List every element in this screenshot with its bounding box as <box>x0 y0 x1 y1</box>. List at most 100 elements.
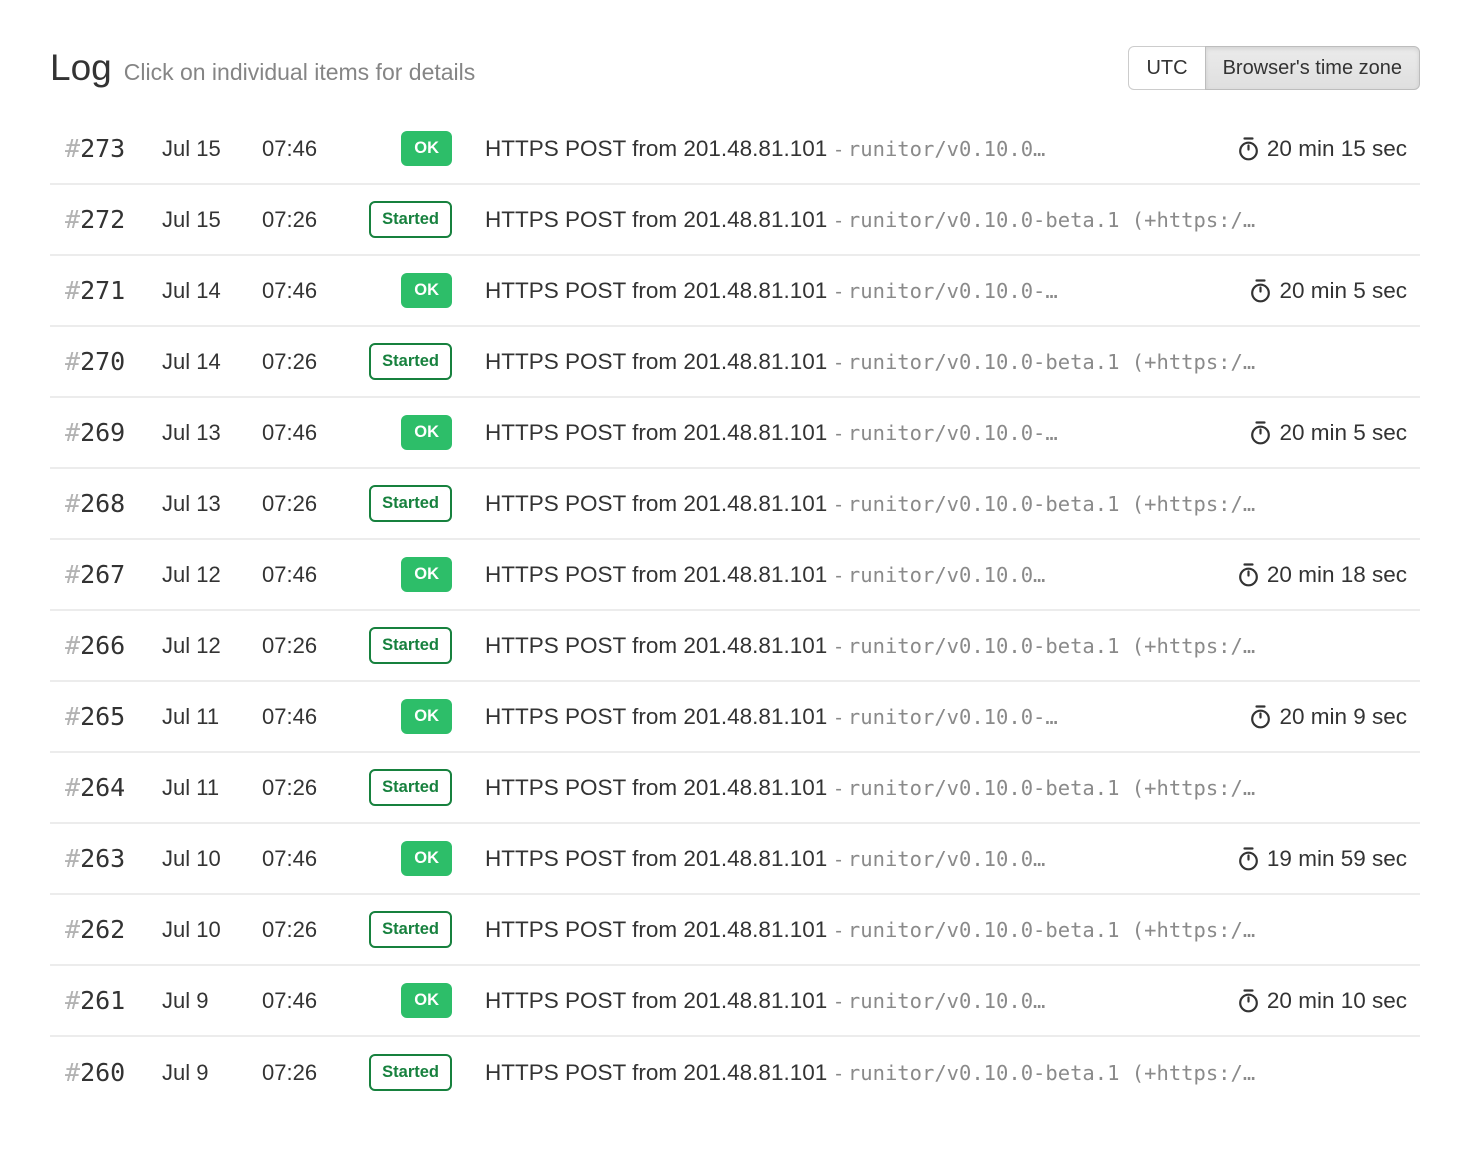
log-row[interactable]: #267 Jul 12 07:46 OK HTTPS POST from 201… <box>50 540 1420 611</box>
entry-description: HTTPS POST from 201.48.81.101-runitor/v0… <box>452 1060 1420 1086</box>
entry-date: Jul 11 <box>147 704 247 730</box>
entry-id-number: 270 <box>80 347 125 376</box>
title-block: Log Click on individual items for detail… <box>50 47 475 89</box>
agent-string: runitor/v0.10.0-… <box>848 421 1058 445</box>
duration: 19 min 59 sec <box>1220 846 1420 872</box>
entry-id-hash: # <box>65 205 80 234</box>
entry-date: Jul 14 <box>147 349 247 375</box>
log-row[interactable]: #270 Jul 14 07:26 Started HTTPS POST fro… <box>50 327 1420 398</box>
entry-message: HTTPS POST from 201.48.81.101 <box>485 846 827 871</box>
log-row[interactable]: #263 Jul 10 07:46 OK HTTPS POST from 201… <box>50 824 1420 895</box>
stopwatch-icon <box>1250 279 1271 303</box>
log-row[interactable]: #266 Jul 12 07:26 Started HTTPS POST fro… <box>50 611 1420 682</box>
duration-text: 19 min 59 sec <box>1267 846 1407 872</box>
entry-time: 07:26 <box>247 633 347 659</box>
entry-message: HTTPS POST from 201.48.81.101 <box>485 207 827 232</box>
status-badge: OK <box>401 273 452 308</box>
entry-time: 07:26 <box>247 775 347 801</box>
entry-message: HTTPS POST from 201.48.81.101 <box>485 917 827 942</box>
entry-time: 07:26 <box>247 349 347 375</box>
entry-id-number: 268 <box>80 489 125 518</box>
entry-id-number: 262 <box>80 915 125 944</box>
status-badge-cell: Started <box>347 911 452 948</box>
entry-description: HTTPS POST from 201.48.81.101-runitor/v0… <box>452 775 1420 801</box>
entry-date: Jul 9 <box>147 1060 247 1086</box>
entry-id: #272 <box>50 205 147 234</box>
status-badge-cell: OK <box>347 415 452 450</box>
status-badge: Started <box>369 201 452 238</box>
entry-id: #273 <box>50 134 147 163</box>
entry-id-number: 265 <box>80 702 125 731</box>
entry-id: #260 <box>50 1058 147 1087</box>
status-badge: Started <box>369 485 452 522</box>
agent-string: runitor/v0.10.0-… <box>848 705 1058 729</box>
entry-id-number: 267 <box>80 560 125 589</box>
status-badge: OK <box>401 983 452 1018</box>
duration-text: 20 min 5 sec <box>1279 278 1407 304</box>
entry-description: HTTPS POST from 201.48.81.101-runitor/v0… <box>452 420 1232 446</box>
duration-text: 20 min 5 sec <box>1279 420 1407 446</box>
description-dash: - <box>835 352 842 374</box>
stopwatch-icon <box>1238 563 1259 587</box>
entry-message: HTTPS POST from 201.48.81.101 <box>485 633 827 658</box>
log-row[interactable]: #272 Jul 15 07:26 Started HTTPS POST fro… <box>50 185 1420 256</box>
log-row[interactable]: #265 Jul 11 07:46 OK HTTPS POST from 201… <box>50 682 1420 753</box>
description-dash: - <box>835 494 842 516</box>
entry-id-hash: # <box>65 418 80 447</box>
entry-description: HTTPS POST from 201.48.81.101-runitor/v0… <box>452 491 1420 517</box>
status-badge-cell: Started <box>347 769 452 806</box>
log-row[interactable]: #262 Jul 10 07:26 Started HTTPS POST fro… <box>50 895 1420 966</box>
log-row[interactable]: #264 Jul 11 07:26 Started HTTPS POST fro… <box>50 753 1420 824</box>
entry-id: #267 <box>50 560 147 589</box>
entry-id-hash: # <box>65 915 80 944</box>
entry-id-hash: # <box>65 631 80 660</box>
browser-timezone-button[interactable]: Browser's time zone <box>1205 46 1420 90</box>
log-table: #273 Jul 15 07:46 OK HTTPS POST from 201… <box>50 114 1420 1108</box>
entry-id-number: 260 <box>80 1058 125 1087</box>
agent-string: runitor/v0.10.0-beta.1 (+https:/… <box>848 208 1255 232</box>
entry-time: 07:26 <box>247 207 347 233</box>
status-badge: Started <box>369 627 452 664</box>
entry-message: HTTPS POST from 201.48.81.101 <box>485 278 827 303</box>
status-badge-cell: Started <box>347 343 452 380</box>
status-badge-cell: Started <box>347 485 452 522</box>
entry-id: #270 <box>50 347 147 376</box>
log-row[interactable]: #268 Jul 13 07:26 Started HTTPS POST fro… <box>50 469 1420 540</box>
entry-description: HTTPS POST from 201.48.81.101-runitor/v0… <box>452 349 1420 375</box>
agent-string: runitor/v0.10.0… <box>848 563 1045 587</box>
log-row[interactable]: #260 Jul 9 07:26 Started HTTPS POST from… <box>50 1037 1420 1108</box>
entry-id-hash: # <box>65 276 80 305</box>
entry-message: HTTPS POST from 201.48.81.101 <box>485 349 827 374</box>
description-dash: - <box>835 565 842 587</box>
entry-id: #261 <box>50 986 147 1015</box>
entry-time: 07:46 <box>247 278 347 304</box>
agent-string: runitor/v0.10.0-beta.1 (+https:/… <box>848 1061 1255 1085</box>
agent-string: runitor/v0.10.0… <box>848 989 1045 1013</box>
entry-id: #269 <box>50 418 147 447</box>
entry-id-hash: # <box>65 347 80 376</box>
log-row[interactable]: #261 Jul 9 07:46 OK HTTPS POST from 201.… <box>50 966 1420 1037</box>
entry-id-hash: # <box>65 489 80 518</box>
entry-id-hash: # <box>65 134 80 163</box>
utc-button[interactable]: UTC <box>1128 46 1205 90</box>
status-badge-cell: OK <box>347 841 452 876</box>
description-dash: - <box>835 1063 842 1085</box>
log-row[interactable]: #269 Jul 13 07:46 OK HTTPS POST from 201… <box>50 398 1420 469</box>
status-badge: OK <box>401 841 452 876</box>
description-dash: - <box>835 139 842 161</box>
log-row[interactable]: #273 Jul 15 07:46 OK HTTPS POST from 201… <box>50 114 1420 185</box>
log-row[interactable]: #271 Jul 14 07:46 OK HTTPS POST from 201… <box>50 256 1420 327</box>
status-badge: OK <box>401 557 452 592</box>
description-dash: - <box>835 707 842 729</box>
entry-description: HTTPS POST from 201.48.81.101-runitor/v0… <box>452 917 1420 943</box>
entry-id: #264 <box>50 773 147 802</box>
agent-string: runitor/v0.10.0-… <box>848 279 1058 303</box>
agent-string: runitor/v0.10.0… <box>848 137 1045 161</box>
status-badge: OK <box>401 699 452 734</box>
agent-string: runitor/v0.10.0… <box>848 847 1045 871</box>
entry-id-number: 264 <box>80 773 125 802</box>
entry-id-number: 263 <box>80 844 125 873</box>
entry-date: Jul 14 <box>147 278 247 304</box>
entry-date: Jul 11 <box>147 775 247 801</box>
entry-date: Jul 10 <box>147 846 247 872</box>
